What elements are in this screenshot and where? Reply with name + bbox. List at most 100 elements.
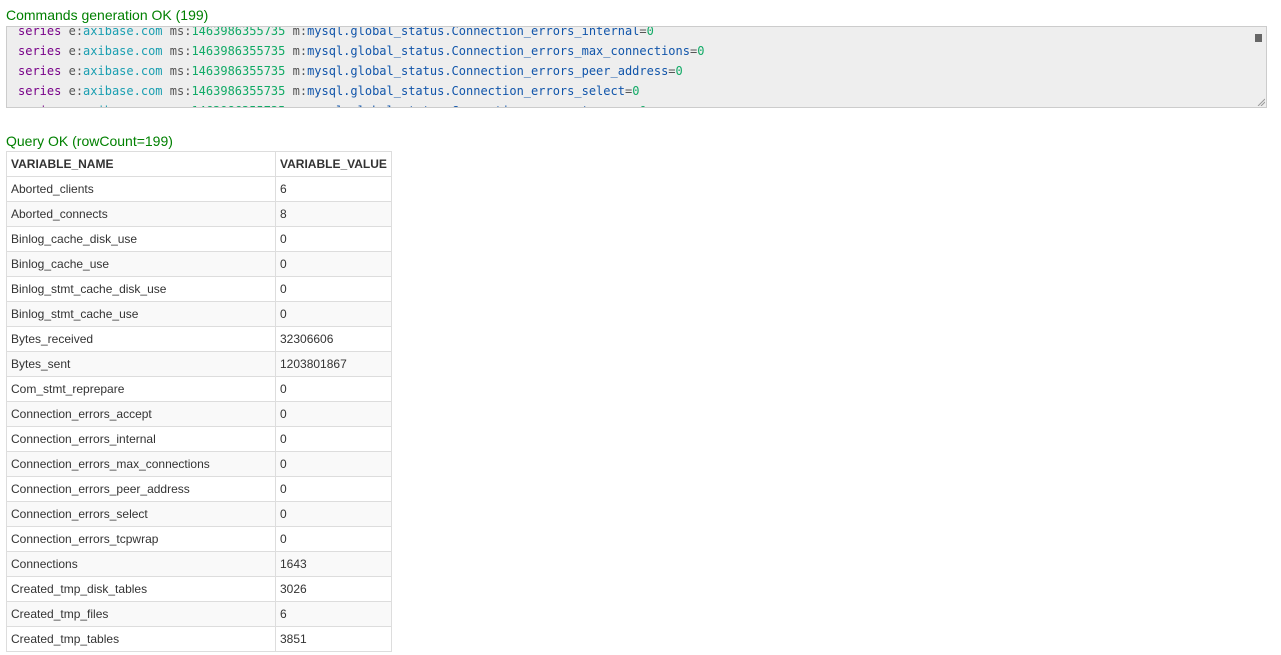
command-token: axibase.com [83, 104, 162, 107]
command-token: axibase.com [83, 26, 163, 38]
table-row: Bytes_received 32306606 [6, 326, 392, 352]
cell-variable-value: 32306606 [275, 326, 392, 352]
command-token: ms: [170, 104, 192, 107]
command-token: e: [68, 84, 84, 98]
cell-variable-name: Bytes_sent [6, 351, 276, 377]
table-row: Binlog_stmt_cache_disk_use 0 [6, 276, 392, 302]
command-token: m: [292, 26, 308, 38]
cell-variable-name: Binlog_stmt_cache_disk_use [6, 276, 276, 302]
cell-variable-name: Connection_errors_select [6, 501, 276, 527]
command-token: mysql.global_status.Connection_errors_pe… [307, 64, 669, 78]
command-token: series [18, 64, 62, 78]
command-token: series [18, 84, 62, 98]
table-row: Connection_errors_tcpwrap 0 [6, 526, 392, 552]
table-row: Aborted_clients 6 [6, 176, 392, 202]
table-row: Connection_errors_internal 0 [6, 426, 392, 452]
command-token: e: [68, 44, 84, 58]
cell-variable-value: 0 [275, 476, 392, 502]
command-line: series e:axibase.com ms:1463986355735 m:… [18, 101, 704, 107]
table-row: Connection_errors_accept 0 [6, 401, 392, 427]
cell-variable-name: Connection_errors_tcpwrap [6, 526, 276, 552]
cell-variable-name: Connection_errors_internal [6, 426, 276, 452]
cell-variable-value: 1643 [275, 551, 392, 577]
resize-grip-icon[interactable] [1257, 98, 1265, 106]
cell-variable-name: Aborted_connects [6, 201, 276, 227]
command-token: 0 [646, 26, 654, 38]
command-token: m: [292, 64, 308, 78]
table-row: Binlog_cache_use 0 [6, 251, 392, 277]
command-token: ms: [169, 84, 192, 98]
table-row: Bytes_sent 1203801867 [6, 351, 392, 377]
cell-variable-value: 6 [275, 176, 392, 202]
command-token: 0 [639, 104, 646, 107]
cell-variable-value: 3026 [275, 576, 392, 602]
table-row: Com_stmt_reprepare 0 [6, 376, 392, 402]
command-token: 1463986355735 [191, 44, 286, 58]
cell-variable-value: 0 [275, 251, 392, 277]
cell-variable-value: 0 [275, 226, 392, 252]
cell-variable-value: 6 [275, 601, 392, 627]
cell-variable-name: Created_tmp_files [6, 601, 276, 627]
command-token: ms: [169, 44, 192, 58]
cell-variable-name: Connections [6, 551, 276, 577]
command-token: ms: [169, 26, 192, 38]
query-status: Query OK (rowCount=199) [6, 133, 173, 149]
command-token: e: [68, 64, 84, 78]
commands-textarea[interactable]: series e:axibase.com ms:1463986355735 m:… [6, 26, 1267, 108]
cell-variable-name: Created_tmp_disk_tables [6, 576, 276, 602]
table-row: Connections 1643 [6, 551, 392, 577]
cell-variable-name: Com_stmt_reprepare [6, 376, 276, 402]
result-table: VARIABLE_NAME VARIABLE_VALUE Aborted_cli… [6, 151, 392, 652]
command-token: mysql.global_status.Connection_errors_se… [307, 84, 625, 98]
command-token: = [639, 26, 647, 38]
command-token: ms: [169, 64, 192, 78]
command-token: mysql.global_status.Connection_errors_tc… [307, 104, 632, 107]
cell-variable-value: 1203801867 [275, 351, 392, 377]
command-token: 0 [632, 84, 640, 98]
command-line: series e:axibase.com ms:1463986355735 m:… [18, 26, 704, 41]
command-token: mysql.global_status.Connection_errors_in… [307, 26, 640, 38]
command-token: 1463986355735 [191, 104, 285, 107]
command-token: mysql.global_status.Connection_errors_ma… [307, 44, 690, 58]
command-token: 0 [697, 44, 705, 58]
table-row: Created_tmp_files 6 [6, 601, 392, 627]
cell-variable-name: Connection_errors_peer_address [6, 476, 276, 502]
command-token: m: [292, 84, 308, 98]
table-header-row: VARIABLE_NAME VARIABLE_VALUE [6, 151, 392, 177]
command-token: axibase.com [83, 44, 163, 58]
cell-variable-value: 3851 [275, 626, 392, 652]
table-row: Aborted_connects 8 [6, 201, 392, 227]
command-token: m: [293, 104, 307, 107]
column-header-variable-name: VARIABLE_NAME [6, 151, 276, 177]
command-token: 1463986355735 [191, 26, 286, 38]
cell-variable-value: 0 [275, 401, 392, 427]
cell-variable-value: 0 [275, 501, 392, 527]
cell-variable-name: Aborted_clients [6, 176, 276, 202]
command-token: axibase.com [83, 64, 163, 78]
cell-variable-name: Binlog_cache_disk_use [6, 226, 276, 252]
command-token: e: [68, 26, 84, 38]
command-token: axibase.com [83, 84, 163, 98]
command-token: e: [69, 104, 83, 107]
scrollbar-thumb-icon[interactable] [1255, 34, 1262, 42]
cell-variable-name: Bytes_received [6, 326, 276, 352]
table-row: Created_tmp_tables 3851 [6, 626, 392, 652]
cell-variable-name: Connection_errors_accept [6, 401, 276, 427]
table-row: Connection_errors_peer_address 0 [6, 476, 392, 502]
command-token: 1463986355735 [191, 84, 286, 98]
command-token: series [18, 44, 62, 58]
command-line: series e:axibase.com ms:1463986355735 m:… [18, 41, 704, 61]
cell-variable-value: 0 [275, 276, 392, 302]
command-line: series e:axibase.com ms:1463986355735 m:… [18, 61, 704, 81]
cell-variable-value: 8 [275, 201, 392, 227]
cell-variable-name: Connection_errors_max_connections [6, 451, 276, 477]
command-token: 1463986355735 [191, 64, 286, 78]
cell-variable-name: Created_tmp_tables [6, 626, 276, 652]
command-line: series e:axibase.com ms:1463986355735 m:… [18, 81, 704, 101]
table-row: Binlog_stmt_cache_use 0 [6, 301, 392, 327]
cell-variable-value: 0 [275, 526, 392, 552]
table-row: Created_tmp_disk_tables 3026 [6, 576, 392, 602]
cell-variable-value: 0 [275, 301, 392, 327]
command-token: 0 [675, 64, 683, 78]
cell-variable-name: Binlog_cache_use [6, 251, 276, 277]
